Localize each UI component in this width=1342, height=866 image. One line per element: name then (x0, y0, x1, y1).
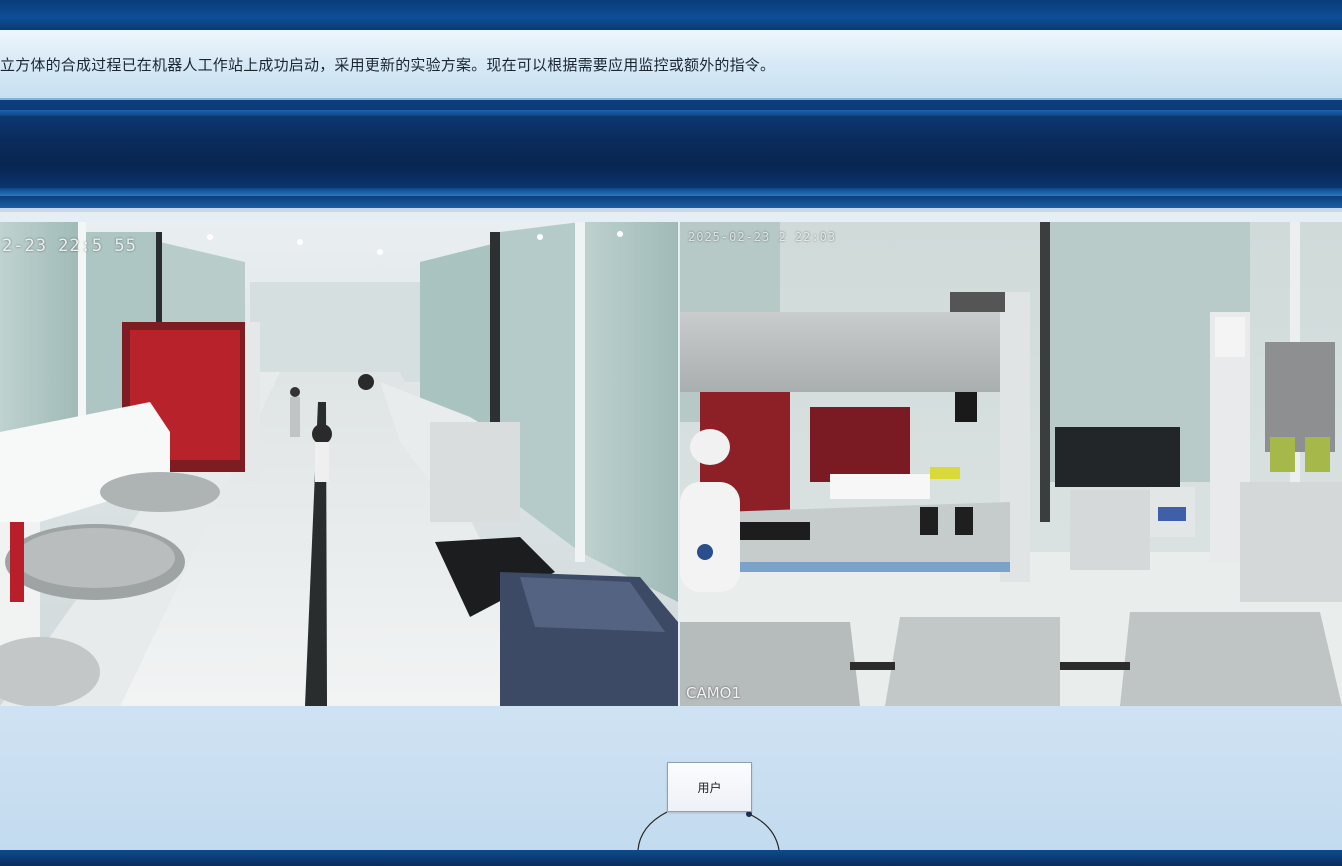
video-feed-panel: 2-23 22:5 55 2025-02-23 2 22:03 CAMO1 (0, 208, 1342, 706)
bottom-band (0, 850, 1342, 866)
edge-right (748, 813, 780, 850)
camera-right-label: CAMO1 (686, 684, 742, 702)
workflow-canvas[interactable]: 用户 (0, 706, 1342, 850)
top-header-band (0, 0, 1342, 30)
user-node[interactable]: 用户 (667, 762, 752, 812)
assistant-message-text: 立方体的合成过程已在机器人工作站上成功启动，采用更新的实验方案。现在可以根据需要… (0, 55, 776, 74)
camera-feed-right[interactable]: 2025-02-23 2 22:03 CAMO1 (680, 222, 1342, 706)
band-stripe-bottom (0, 188, 1342, 196)
camera-left-timestamp: 2-23 22:5 55 (2, 236, 137, 256)
lab-corridor-image (0, 222, 678, 706)
assistant-message-bar: 立方体的合成过程已在机器人工作站上成功启动，采用更新的实验方案。现在可以根据需要… (0, 30, 1342, 100)
camera-right-timestamp: 2025-02-23 2 22:03 (688, 230, 837, 244)
edge-left (637, 811, 668, 850)
camera-feed-left[interactable]: 2-23 22:5 55 (0, 222, 678, 706)
decorative-band (0, 100, 1342, 208)
robot-workstation-image (680, 222, 1342, 706)
user-node-label: 用户 (697, 780, 722, 795)
band-stripe-top (0, 110, 1342, 116)
